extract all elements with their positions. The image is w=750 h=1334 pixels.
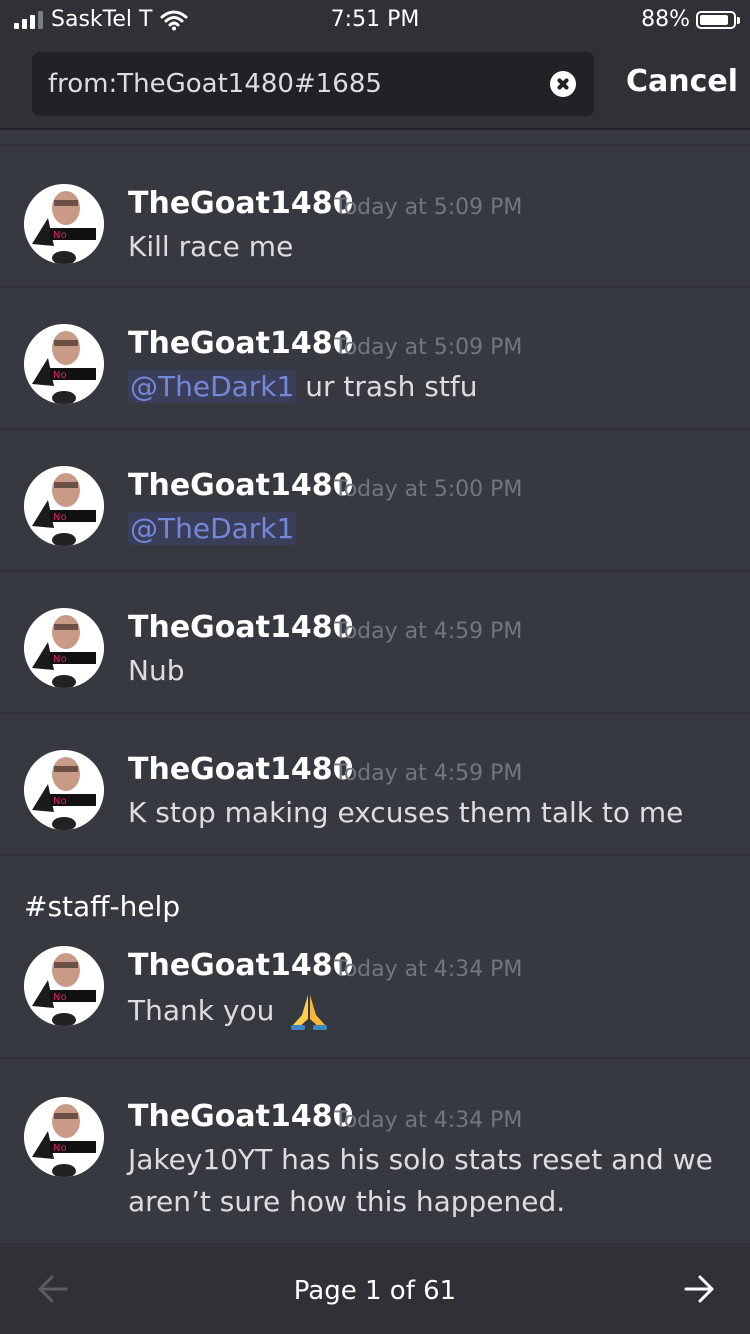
search-results[interactable]: No TheGoat1480 Today at 5:09 PM Kill rac… — [0, 146, 750, 1245]
message-result[interactable]: No TheGoat1480 Today at 4:34 PM Jakey10Y… — [0, 1059, 750, 1245]
avatar-image: No — [24, 946, 104, 1026]
svg-text:No: No — [53, 796, 67, 807]
message-author[interactable]: TheGoat1480 — [128, 610, 353, 645]
svg-text:No: No — [53, 230, 67, 241]
message-author[interactable]: TheGoat1480 — [128, 752, 353, 787]
message-content: Kill race me — [128, 230, 294, 263]
arrow-right-icon[interactable] — [682, 1272, 716, 1306]
message-text: Thank you — [128, 990, 329, 1032]
avatar[interactable]: No — [24, 608, 104, 688]
battery-percent: 88% — [641, 7, 690, 32]
message-result[interactable]: No TheGoat1480 Today at 5:00 PM @TheDark… — [0, 430, 750, 572]
message-author[interactable]: TheGoat1480 — [128, 1099, 353, 1134]
folded-hands-emoji — [291, 995, 328, 1030]
user-mention[interactable]: @TheDark1 — [128, 370, 297, 403]
message-author[interactable]: TheGoat1480 — [128, 186, 353, 221]
svg-text:No: No — [53, 370, 67, 381]
message-author[interactable]: TheGoat1480 — [128, 468, 353, 503]
user-mention[interactable]: @TheDark1 — [128, 512, 297, 545]
message-text: @TheDark1 ur trash stfu — [128, 366, 477, 408]
message-timestamp: Today at 5:09 PM — [334, 195, 523, 220]
battery-info: 88% — [641, 7, 740, 32]
svg-text:No: No — [53, 512, 67, 523]
message-result[interactable]: No TheGoat1480 Today at 4:59 PM Nub — [0, 572, 750, 714]
svg-text:No: No — [53, 1143, 67, 1154]
clear-icon[interactable] — [550, 71, 576, 97]
avatar[interactable]: No — [24, 466, 104, 546]
pagination-bar: Page 1 of 61 — [0, 1246, 750, 1334]
message-content: K stop making excuses them talk to me — [128, 796, 684, 829]
avatar[interactable]: No — [24, 324, 104, 404]
message-result[interactable]: #staff-help No TheGoat1480 Today at 4:34… — [0, 856, 750, 1059]
message-text: K stop making excuses them talk to me — [128, 792, 683, 834]
avatar-image: No — [24, 466, 104, 546]
message-timestamp: Today at 4:34 PM — [334, 1108, 523, 1133]
svg-text:No: No — [53, 654, 67, 665]
message-content-line: aren’t sure how this happened. — [128, 1185, 566, 1218]
svg-text:No: No — [53, 992, 67, 1003]
message-content: Nub — [128, 654, 185, 687]
search-box — [32, 52, 594, 116]
message-text: Jakey10YT has his solo stats reset and w… — [128, 1139, 713, 1223]
avatar-image: No — [24, 184, 104, 264]
message-content: Thank you — [128, 994, 275, 1027]
avatar[interactable]: No — [24, 750, 104, 830]
avatar[interactable]: No — [24, 1097, 104, 1177]
avatar-image: No — [24, 750, 104, 830]
search-input[interactable] — [48, 52, 528, 116]
battery-icon — [696, 10, 740, 29]
message-text: @TheDark1 — [128, 508, 297, 550]
status-time: 7:51 PM — [330, 7, 420, 32]
message-result[interactable]: No TheGoat1480 Today at 5:09 PM @TheDark… — [0, 288, 750, 430]
avatar-image: No — [24, 324, 104, 404]
message-result[interactable]: No TheGoat1480 Today at 5:09 PM Kill rac… — [0, 146, 750, 288]
avatar[interactable]: No — [24, 184, 104, 264]
search-header: Cancel — [0, 40, 750, 130]
cancel-button[interactable]: Cancel — [626, 64, 738, 99]
status-bar: SaskTel T 7:51 PM 88% — [0, 0, 750, 40]
message-content-line: Jakey10YT has his solo stats reset and w… — [128, 1143, 713, 1176]
message-text: Kill race me — [128, 226, 293, 268]
avatar-image: No — [24, 1097, 104, 1177]
message-author[interactable]: TheGoat1480 — [128, 948, 353, 983]
message-result[interactable]: No TheGoat1480 Today at 4:59 PM K stop m… — [0, 714, 750, 856]
message-content: ur trash stfu — [305, 370, 478, 403]
message-timestamp: Today at 4:59 PM — [334, 619, 523, 644]
message-timestamp: Today at 4:59 PM — [334, 761, 523, 786]
channel-name[interactable]: #staff-help — [24, 890, 180, 923]
message-timestamp: Today at 5:00 PM — [334, 477, 523, 502]
page-indicator: Page 1 of 61 — [293, 1276, 457, 1306]
avatar[interactable]: No — [24, 946, 104, 1026]
message-timestamp: Today at 4:34 PM — [334, 957, 523, 982]
message-text: Nub — [128, 650, 184, 692]
avatar-image: No — [24, 608, 104, 688]
message-timestamp: Today at 5:09 PM — [334, 335, 523, 360]
message-author[interactable]: TheGoat1480 — [128, 326, 353, 361]
